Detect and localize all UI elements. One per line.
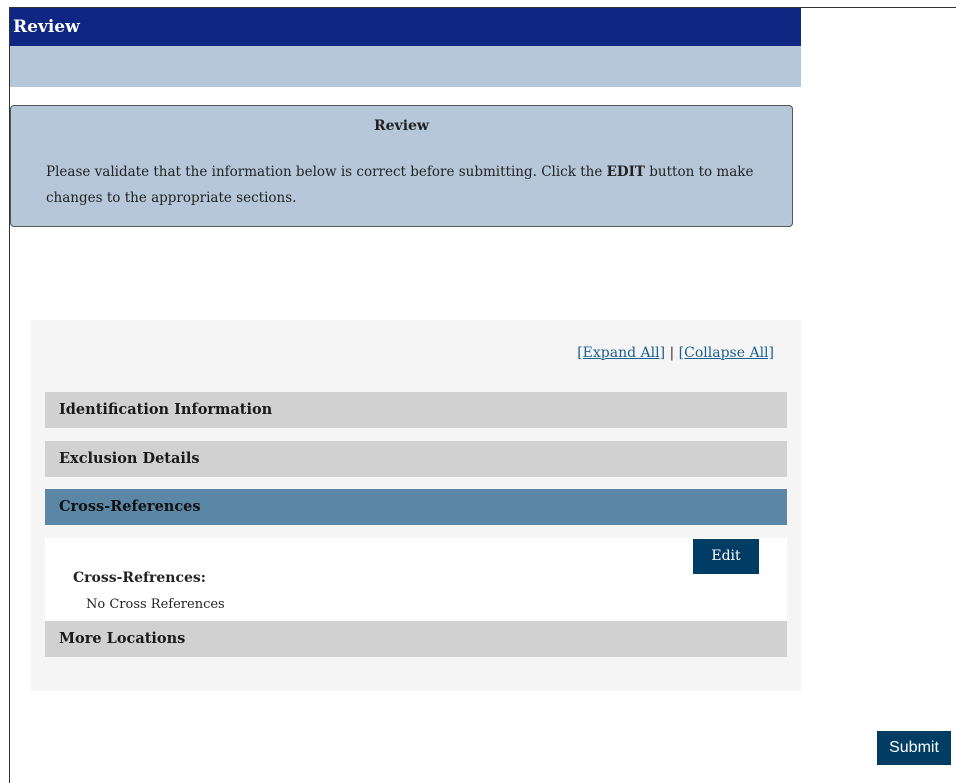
- section-cross-references[interactable]: Cross-References: [45, 489, 787, 525]
- subheader-bar: [10, 46, 801, 87]
- notice-text-edit-keyword: EDIT: [606, 164, 645, 180]
- page-header: Review: [10, 8, 801, 46]
- edit-button[interactable]: Edit: [693, 539, 759, 574]
- review-panel: [Expand All] | [Collapse All] Identifica…: [31, 320, 801, 691]
- expand-collapse-links: [Expand All] | [Collapse All]: [577, 345, 774, 361]
- cross-references-body: Edit Cross-Refrences: No Cross Reference…: [45, 538, 787, 621]
- page-title: Review: [13, 17, 80, 37]
- notice-title: Review: [374, 118, 429, 134]
- cross-references-label: Cross-Refrences:: [73, 570, 206, 586]
- collapse-all-link[interactable]: [Collapse All]: [679, 345, 774, 361]
- cross-references-value: No Cross References: [86, 597, 225, 612]
- notice-text-start: Please validate that the information bel…: [46, 164, 607, 180]
- submit-button[interactable]: Submit: [877, 731, 951, 765]
- section-identification-information[interactable]: Identification Information: [45, 392, 787, 428]
- section-more-locations[interactable]: More Locations: [45, 621, 787, 657]
- notice-text: Please validate that the information bel…: [46, 159, 766, 211]
- expand-all-link[interactable]: [Expand All]: [577, 345, 665, 361]
- link-separator: |: [669, 345, 675, 361]
- review-notice: Review Please validate that the informat…: [10, 105, 793, 227]
- section-exclusion-details[interactable]: Exclusion Details: [45, 441, 787, 477]
